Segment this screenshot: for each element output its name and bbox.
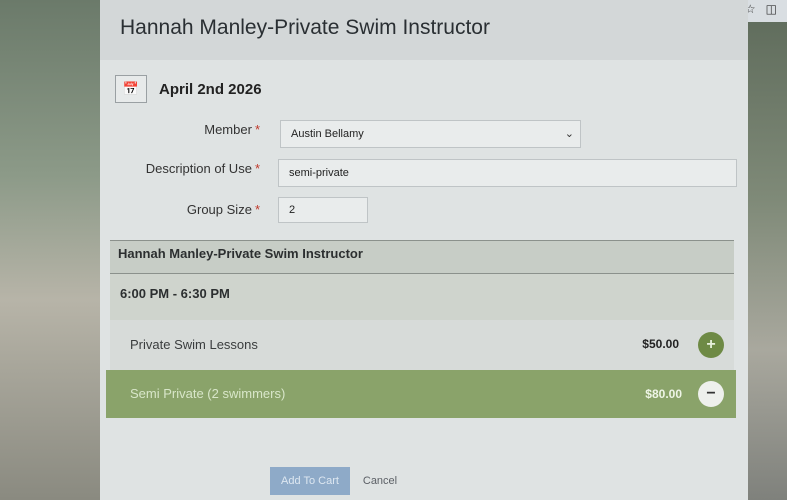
selected-date: April 2nd 2026 [159, 80, 262, 98]
description-input[interactable]: semi-private [278, 159, 737, 187]
background-photo-right [747, 0, 787, 500]
member-label: Member * [204, 122, 260, 137]
instructor-bar: Hannah Manley-Private Swim Instructor [110, 240, 734, 274]
group-size-label: Group Size * [186, 202, 260, 217]
lesson-name: Semi Private (2 swimmers) [130, 386, 286, 401]
lesson-row-semi-private[interactable]: Semi Private (2 swimmers) $80.00 − [106, 370, 736, 418]
chevron-down-icon: ⌄ [564, 128, 574, 140]
calendar-icon[interactable]: 📅 [115, 75, 147, 103]
time-slot: 6:00 PM - 6:30 PM [120, 286, 230, 301]
date-row: 📅 April 2nd 2026 [115, 75, 262, 103]
extension-icon[interactable]: ◫ [766, 2, 777, 16]
member-select-value: Austin Bellamy [291, 128, 364, 140]
background-photo-left [0, 0, 100, 500]
lesson-row-private[interactable]: Private Swim Lessons $50.00 + [110, 320, 734, 370]
lesson-price: $50.00 [642, 337, 679, 351]
lesson-name: Private Swim Lessons [130, 337, 258, 352]
instructor-name: Hannah Manley-Private Swim Instructor [118, 246, 363, 261]
required-mark: * [254, 122, 260, 137]
member-select[interactable]: Austin Bellamy ⌄ [280, 120, 581, 148]
booking-modal: Hannah Manley-Private Swim Instructor 📅 … [100, 0, 748, 500]
time-slot-bar: 6:00 PM - 6:30 PM [110, 274, 734, 320]
description-input-value: semi-private [289, 167, 349, 179]
description-label: Description of Use * [145, 161, 260, 176]
add-lesson-button[interactable]: + [698, 332, 724, 358]
group-size-value: 2 [289, 204, 296, 216]
modal-title: Hannah Manley-Private Swim Instructor [120, 16, 490, 39]
required-mark: * [254, 161, 260, 176]
add-to-cart-button[interactable]: Add To Cart [270, 467, 350, 495]
modal-header: Hannah Manley-Private Swim Instructor [100, 0, 748, 60]
group-size-input[interactable]: 2 [278, 197, 368, 223]
required-mark: * [254, 202, 260, 217]
lesson-price: $80.00 [645, 387, 682, 401]
cancel-button[interactable]: Cancel [358, 467, 402, 495]
remove-lesson-button[interactable]: − [698, 381, 724, 407]
